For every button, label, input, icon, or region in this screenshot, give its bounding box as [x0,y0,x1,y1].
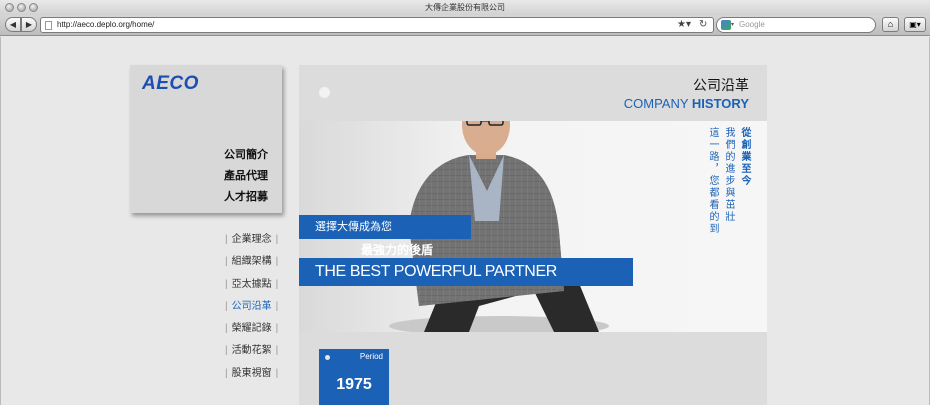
browser-toolbar: ◀ ▶ http://aeco.deplo.org/home/ ★▾ ↻ ▾ G… [0,15,930,36]
bookmarks-button[interactable]: ▣▾ [904,17,926,32]
sub-nav-item[interactable]: | 組織架構 | [221,255,282,277]
sub-nav-item[interactable]: | 股東視窗 | [221,367,282,389]
vertical-text-2: 我們的進步與茁壯 [723,127,734,223]
brand-logo[interactable]: AECO [142,73,199,95]
period-card[interactable]: Period 1975 [319,349,389,405]
vertical-text-1: 從創業至今 [739,127,750,187]
page-icon [45,21,52,30]
url-text: http://aeco.deplo.org/home/ [57,20,155,29]
address-bar[interactable]: http://aeco.deplo.org/home/ ★▾ ↻ [40,17,714,33]
timeline-area: Period 1975 [299,332,767,405]
slogan-line-1: 選擇大傳成為您 [299,215,471,239]
search-placeholder: Google [739,20,765,29]
section-header: 公司沿革 COMPANY HISTORY [299,65,767,121]
section-title-cn: 公司沿革 [693,77,749,93]
period-dot-icon [325,355,330,360]
main-nav: 公司簡介 產品代理 人才招募 [224,145,268,208]
chevron-down-icon[interactable]: ▾ [731,18,734,32]
period-label: Period [359,352,383,361]
home-button[interactable]: ⌂ [882,17,899,32]
close-window-icon[interactable] [5,3,14,12]
vertical-text-3: 這一路，您都看的到 [707,127,718,235]
main-nav-item[interactable]: 人才招募 [224,187,268,208]
decorative-dot [319,87,330,98]
content-area: 公司沿革 COMPANY HISTORY 從創業至今 我們的進步與茁壯 這一路，… [299,65,767,405]
sub-nav-item[interactable]: | 榮耀記錄 | [221,322,282,344]
sub-nav-item[interactable]: | 亞太據點 | [221,278,282,300]
search-input[interactable]: ▾ Google [716,17,876,33]
slogan-line-2: 最強力的後盾 [361,243,434,257]
sub-nav: | 企業理念 | | 組織架構 | | 亞太據點 | | 公司沿革 | | 榮耀記錄 | | 活動花絮… [221,233,282,389]
google-icon [721,20,731,30]
main-nav-item[interactable]: 產品代理 [224,166,268,187]
minimize-window-icon[interactable] [17,3,26,12]
back-button[interactable]: ◀ [5,17,21,32]
web-page: AECO 公司簡介 產品代理 人才招募 | 企業理念 | | 組織架構 | | 亞太據點 |… [0,37,930,405]
sub-nav-item-active[interactable]: | 公司沿革 | [221,300,282,322]
forward-button[interactable]: ▶ [21,17,37,32]
logo-panel: AECO 公司簡介 產品代理 人才招募 [130,65,282,213]
window-title: 大傳企業股份有限公司 [425,3,505,12]
sub-nav-item[interactable]: | 活動花絮 | [221,344,282,366]
slogan-line-3: THE BEST POWERFUL PARTNER [299,258,633,286]
bookmark-star-icon[interactable]: ★▾ [677,18,691,32]
main-nav-item[interactable]: 公司簡介 [224,145,268,166]
reload-icon[interactable]: ↻ [699,18,707,32]
zoom-window-icon[interactable] [29,3,38,12]
section-title-en: COMPANY HISTORY [623,96,749,111]
period-year: 1975 [336,376,372,393]
window-titlebar: 大傳企業股份有限公司 [0,0,930,15]
sub-nav-item[interactable]: | 企業理念 | [221,233,282,255]
